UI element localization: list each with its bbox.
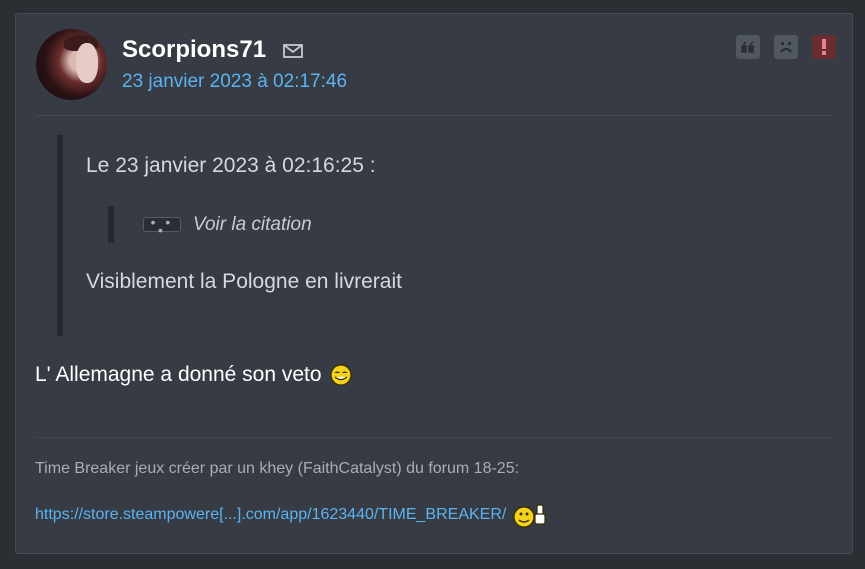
quote-text: Visiblement la Pologne en livrerait <box>86 270 402 293</box>
report-icon <box>822 39 826 55</box>
signature-text: Time Breaker jeux créer par un khey (Fai… <box>35 460 520 477</box>
author-name[interactable]: Scorpions71 <box>122 36 266 64</box>
divider <box>35 437 833 438</box>
thumbs-up-smiley-icon <box>513 504 546 528</box>
signature-line: https://store.steampowere[...].com/app/1… <box>35 502 548 528</box>
quote-button[interactable] <box>736 35 760 59</box>
sad-face-icon <box>780 42 792 53</box>
divider <box>35 115 833 116</box>
report-button[interactable] <box>812 35 836 59</box>
quote-block: Le 23 janvier 2023 à 02:16:25 : • • • Vo… <box>57 135 823 336</box>
post-date[interactable]: 23 janvier 2023 à 02:17:46 <box>122 71 347 93</box>
expand-quote-button[interactable]: • • • <box>143 215 181 237</box>
post-actions <box>736 35 836 59</box>
nested-quote: • • • Voir la citation <box>108 206 312 243</box>
quote-icon <box>741 41 754 53</box>
forum-post: Scorpions71 23 janvier 2023 à 02:17:46 L… <box>15 13 853 554</box>
avatar-face <box>76 43 98 83</box>
avatar[interactable] <box>36 29 107 100</box>
signature-link[interactable]: https://store.steampowere[...].com/app/1… <box>35 506 506 524</box>
smiley-icon <box>329 364 352 386</box>
message-text: L' Allemagne a donné son veto <box>35 363 322 386</box>
mail-icon[interactable] <box>283 43 303 59</box>
quote-header: Le 23 janvier 2023 à 02:16:25 : <box>86 154 376 177</box>
message-body: L' Allemagne a donné son veto <box>35 363 352 387</box>
mp-button[interactable] <box>774 35 798 59</box>
show-quote-link[interactable]: Voir la citation <box>193 214 312 236</box>
